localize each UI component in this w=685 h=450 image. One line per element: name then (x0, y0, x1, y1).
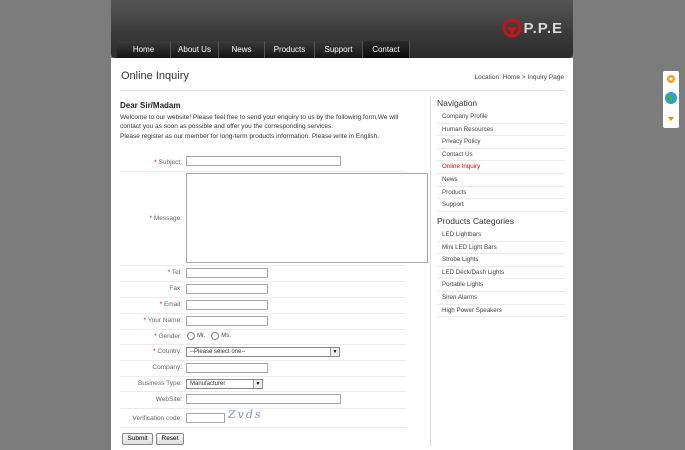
reset-button[interactable]: Reset (156, 433, 184, 445)
breadcrumb-current: Inquiry Page (527, 74, 565, 81)
category-led-lightbars[interactable]: LED Lightbars (437, 229, 565, 242)
business-type-select[interactable]: Manufacturer ▼ (186, 379, 263, 389)
form-row-company: Company: (120, 360, 406, 377)
website-label: WebSite: (155, 396, 182, 403)
form-row-verification: Verification code: Zvds (120, 408, 406, 428)
form-row-message: * Message: (120, 171, 428, 266)
form-row-tel: * Tel: (120, 265, 406, 282)
form-row-country: * Country: --Please select one-- ▼ (120, 344, 406, 361)
gender-mr-radio[interactable] (187, 332, 195, 340)
tel-label: * Tel: (167, 269, 182, 276)
subject-label: * Subject: (154, 159, 182, 166)
breadcrumb-separator: > (521, 74, 526, 81)
sidebar-item-online-inquiry[interactable]: Online Inquiry (437, 161, 565, 174)
sidebar-item-privacy-policy[interactable]: Privacy Policy (437, 136, 565, 149)
sidebar-item-products[interactable]: Products (437, 187, 565, 200)
form-row-email: * Email: (120, 297, 406, 314)
verification-input[interactable] (186, 413, 225, 423)
business-type-value: Manufacturer (190, 381, 226, 387)
chevron-down-icon: ▼ (253, 380, 262, 388)
website-input[interactable] (186, 394, 341, 404)
page-wrapper: P.P.E Home About Us News Products Suppor… (111, 0, 573, 450)
nav-contact[interactable]: Contact (363, 41, 410, 58)
form-row-fax: Fax: (120, 281, 406, 298)
sidebar-categories-list: LED Lightbars Mini LED Light Bars Strobe… (437, 229, 565, 318)
email-input[interactable] (186, 300, 268, 310)
greeting-heading: Dear Sir/Madam (120, 101, 181, 110)
page-title: Online Inquiry (121, 70, 189, 82)
sidebar-item-human-resources[interactable]: Human Resources (437, 124, 565, 137)
tel-input[interactable] (186, 268, 268, 278)
gender-ms-label: Ms. (221, 333, 231, 339)
form-row-website: WebSite: (120, 391, 406, 409)
fax-input[interactable] (186, 284, 268, 294)
category-high-power-speakers[interactable]: High Power Speakers (437, 305, 565, 318)
sidebar-item-company-profile[interactable]: Company Profile (437, 111, 565, 124)
verification-label: Verification code: (132, 415, 182, 422)
breadcrumb-home-link[interactable]: Home (503, 74, 520, 81)
scroll-down-icon[interactable] (666, 114, 676, 124)
form-row-name: * Your Name: (120, 313, 406, 330)
gender-label: * Gender: (154, 333, 182, 340)
form-row-business-type: Business Type: Manufacturer ▼ (120, 376, 406, 392)
breadcrumb: Location: Home > Inquiry Page (475, 74, 564, 81)
category-siren-alarms[interactable]: Siren Alarms (437, 292, 565, 305)
chevron-down-icon: ▼ (330, 348, 339, 356)
nav-support[interactable]: Support (315, 41, 363, 58)
site-logo[interactable]: P.P.E (502, 18, 563, 38)
title-divider (120, 90, 565, 91)
country-select[interactable]: --Please select one-- ▼ (186, 347, 340, 357)
intro-text: Welcome to our website! Please feel free… (120, 114, 399, 130)
floating-service-bar (663, 71, 679, 128)
captcha-image[interactable]: Zvds (228, 408, 263, 421)
company-label: Company: (152, 364, 182, 371)
gender-ms-radio[interactable] (211, 332, 220, 340)
form-row-subject: * Subject: (120, 154, 406, 172)
nav-news[interactable]: News (219, 41, 265, 58)
nav-home[interactable]: Home (117, 41, 171, 58)
sidebar-item-news[interactable]: News (437, 174, 565, 187)
logo-mark-icon (502, 18, 522, 38)
country-label: * Country: (153, 348, 182, 355)
site-header: P.P.E Home About Us News Products Suppor… (111, 0, 573, 58)
your-name-label: * Your Name: (143, 317, 182, 324)
category-portable-lights[interactable]: Portable Lights (437, 279, 565, 292)
globe-icon[interactable] (664, 91, 678, 105)
register-note: Please register as our member for long-t… (120, 133, 380, 140)
sidebar-navigation-title: Navigation (437, 98, 478, 108)
gender-mr-label: Mr. (197, 333, 206, 339)
form-row-gender: * Gender: Mr. Ms. (120, 329, 406, 345)
category-strobe-lights[interactable]: Strobe Lights (437, 254, 565, 267)
nav-products[interactable]: Products (265, 41, 315, 58)
sidebar-item-contact-us[interactable]: Contact Us (437, 149, 565, 162)
subject-input[interactable] (186, 156, 341, 166)
email-label: * Email: (159, 301, 182, 308)
message-textarea[interactable] (186, 173, 428, 263)
category-led-deck-dash-lights[interactable]: LED Deck/Dash Lights (437, 267, 565, 280)
sidebar-categories-title: Products Categories (437, 216, 515, 226)
your-name-input[interactable] (186, 316, 268, 326)
sidebar: Navigation Company Profile Human Resourc… (430, 96, 566, 446)
main-nav: Home About Us News Products Support Cont… (117, 41, 410, 58)
sidebar-item-support[interactable]: Support (437, 199, 565, 212)
category-mini-led-light-bars[interactable]: Mini LED Light Bars (437, 242, 565, 255)
content-area: Online Inquiry Location: Home > Inquiry … (111, 58, 573, 450)
breadcrumb-prefix: Location: (474, 74, 501, 81)
logo-text: P.P.E (523, 19, 563, 37)
nav-about-us[interactable]: About Us (171, 41, 219, 58)
country-select-value: --Please select one-- (190, 349, 246, 355)
business-type-label: Business Type: (138, 380, 182, 387)
message-label: * Message: (149, 215, 182, 222)
gender-options: Mr. Ms. (187, 332, 235, 340)
chat-icon[interactable] (666, 74, 676, 84)
company-input[interactable] (186, 363, 268, 373)
fax-label: Fax: (169, 285, 182, 292)
submit-button[interactable]: Submit (122, 433, 153, 445)
sidebar-navigation-list: Company Profile Human Resources Privacy … (437, 111, 565, 212)
